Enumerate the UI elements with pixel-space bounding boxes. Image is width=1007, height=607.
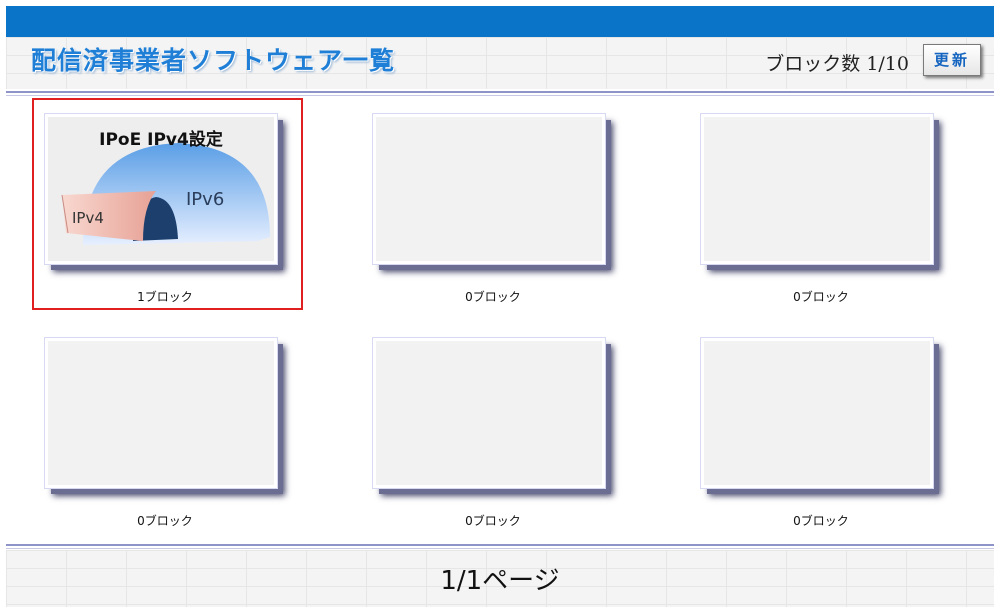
software-tile-3[interactable]: 0ブロック (693, 106, 933, 316)
tile-caption: 0ブロック (465, 290, 521, 304)
ipv6-label: IPv6 (186, 189, 224, 210)
ipv4-label: IPv4 (72, 209, 104, 227)
tile-thumbnail (701, 338, 933, 488)
footer-divider-thin (6, 548, 994, 549)
footer-divider (6, 544, 994, 546)
software-tile-4[interactable]: 0ブロック (37, 330, 277, 540)
tile-thumbnail (373, 114, 605, 264)
app-frame: 配信済事業者ソフトウェア一覧 ブロック数 1/10 更新 IPv6 IPv4 I… (6, 6, 994, 607)
page-indicator: 1/1ページ (440, 566, 560, 596)
tile-caption: 1ブロック (137, 290, 193, 304)
header-divider (6, 91, 994, 93)
tile-title: IPoE IPv4設定 (99, 130, 223, 150)
tile-thumbnail (45, 338, 277, 488)
header: 配信済事業者ソフトウェア一覧 ブロック数 1/10 更新 (6, 37, 994, 89)
tile-caption: 0ブロック (793, 290, 849, 304)
page-title: 配信済事業者ソフトウェア一覧 (31, 46, 396, 75)
header-divider-thin (6, 95, 994, 96)
software-tile-2[interactable]: 0ブロック (365, 106, 605, 316)
tile-caption: 0ブロック (793, 514, 849, 528)
refresh-button[interactable]: 更新 (923, 44, 981, 76)
top-bar (6, 6, 994, 37)
tile-caption: 0ブロック (465, 514, 521, 528)
tile-thumbnail: IPv6 IPv4 IPoE IPv4設定 (45, 114, 277, 264)
tile-thumbnail (373, 338, 605, 488)
block-count-label: ブロック数 1/10 (765, 53, 909, 75)
software-tile-5[interactable]: 0ブロック (365, 330, 605, 540)
footer: 1/1ページ (6, 550, 994, 607)
software-tile-6[interactable]: 0ブロック (693, 330, 933, 540)
software-tile-1[interactable]: IPv6 IPv4 IPoE IPv4設定 1ブロック (37, 106, 277, 316)
tile-caption: 0ブロック (137, 514, 193, 528)
tile-thumbnail (701, 114, 933, 264)
